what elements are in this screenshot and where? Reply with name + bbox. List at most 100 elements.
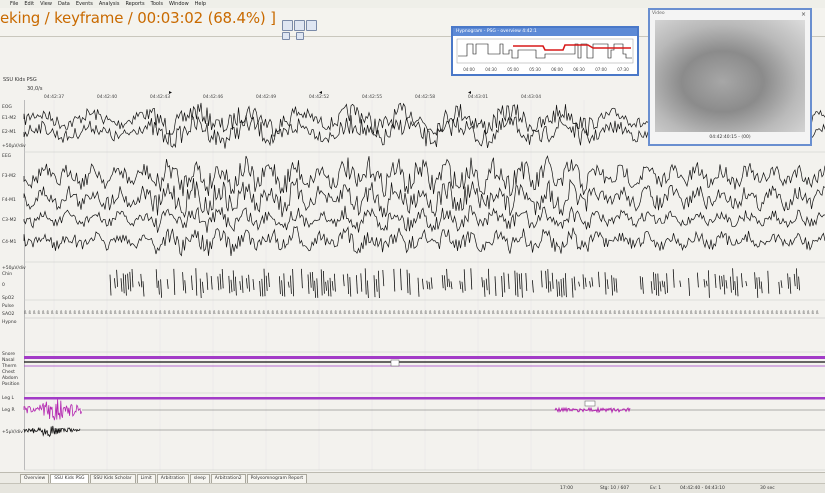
chin-emg-stroke <box>584 277 587 287</box>
chin-emg-stroke <box>793 273 796 287</box>
chin-emg-stroke <box>287 281 290 288</box>
chin-emg-stroke <box>140 273 143 288</box>
epoch-marker: ß <box>780 310 783 315</box>
chin-emg-stroke <box>182 272 184 291</box>
chin-emg-stroke <box>736 276 739 297</box>
chin-emg-stroke <box>406 269 409 294</box>
chin-emg-stroke <box>241 275 244 293</box>
chin-emg-stroke <box>307 274 310 294</box>
epoch-marker: ß <box>249 310 252 315</box>
view-tabs: Overview SSU Kids PSG SSU Kids Scholar Limi… <box>0 472 825 484</box>
epoch-marker: ß <box>762 310 765 315</box>
chin-emg-stroke <box>356 275 358 294</box>
epoch-marker: ß <box>321 310 324 315</box>
chin-emg-stroke <box>441 275 444 289</box>
audio-burst <box>23 425 81 438</box>
epoch-marker: ß <box>375 310 378 315</box>
epoch-marker: ß <box>722 310 725 315</box>
close-icon[interactable]: × <box>801 11 806 18</box>
epoch-marker: ß <box>812 310 815 315</box>
epoch-marker: ß <box>807 310 810 315</box>
epoch-marker: ß <box>123 310 126 315</box>
epoch-marker: ß <box>150 310 153 315</box>
chin-emg-stroke <box>483 280 486 297</box>
epoch-marker: ß <box>83 310 86 315</box>
epoch-marker: ß <box>785 310 788 315</box>
epoch-marker: ß <box>555 310 558 315</box>
epoch-marker: ß <box>735 310 738 315</box>
chin-emg-stroke <box>122 273 125 294</box>
chin-emg-stroke <box>725 280 728 289</box>
chin-emg-stroke <box>611 275 613 296</box>
hypnogram-tick: 07:30 <box>617 67 629 72</box>
epoch-marker: ß <box>510 310 513 315</box>
chin-emg-stroke <box>283 273 286 297</box>
epoch-marker: ß <box>524 310 527 315</box>
epoch-marker: ß <box>596 310 599 315</box>
epoch-marker: ß <box>627 310 630 315</box>
epoch-marker: ß <box>479 310 482 315</box>
epoch-marker: ß <box>668 310 671 315</box>
epoch-marker: ß <box>492 310 495 315</box>
chin-emg-stroke <box>125 274 127 296</box>
epoch-marker: ß <box>299 310 302 315</box>
epoch-marker: ß <box>686 310 689 315</box>
hypnogram-tick: 06:00 <box>551 67 563 72</box>
video-frame[interactable] <box>655 20 805 132</box>
hypnogram-window[interactable]: Hypnogram - PSG - overview 4:42:1 04:00 0… <box>451 26 639 76</box>
chin-emg-stroke <box>514 270 517 296</box>
epoch-marker: ß <box>623 310 626 315</box>
epoch-marker: ß <box>618 310 621 315</box>
epoch-marker: ß <box>78 310 81 315</box>
chin-emg-stroke <box>195 268 198 296</box>
chin-emg-stroke <box>428 281 431 290</box>
epoch-marker: ß <box>204 310 207 315</box>
chin-emg-stroke <box>604 272 607 295</box>
epoch-marker: ß <box>704 310 707 315</box>
epoch-marker: ß <box>87 310 90 315</box>
epoch-marker: ß <box>29 310 32 315</box>
epoch-marker: ß <box>335 310 338 315</box>
epoch-marker: ß <box>600 310 603 315</box>
epoch-marker: ß <box>744 310 747 315</box>
chin-emg-stroke <box>400 268 402 291</box>
chin-emg-stroke <box>798 276 800 291</box>
epoch-marker: ß <box>141 310 144 315</box>
chin-emg-stroke <box>501 276 503 298</box>
epoch-marker: ß <box>438 310 441 315</box>
chin-emg-stroke <box>292 268 294 297</box>
epoch-marker: ß <box>798 310 801 315</box>
epoch-marker: ß <box>74 310 77 315</box>
epoch-marker: ß <box>213 310 216 315</box>
epoch-marker: ß <box>501 310 504 315</box>
chin-emg-stroke <box>114 278 116 289</box>
chin-emg-stroke <box>155 269 158 288</box>
chin-emg-stroke <box>591 277 594 287</box>
hypnogram-tick: 05:30 <box>529 67 541 72</box>
chin-emg-stroke <box>549 281 552 292</box>
chin-emg-stroke <box>199 278 202 299</box>
epoch-marker: ß <box>218 310 221 315</box>
hypnogram-tick: 05:00 <box>507 67 519 72</box>
epoch-marker: ß <box>465 310 468 315</box>
hypnogram-plot[interactable]: 04:00 04:30 05:00 05:30 06:00 06:30 07:00 07:30 <box>453 36 637 74</box>
chin-emg-stroke <box>279 276 281 295</box>
chin-emg-stroke <box>312 271 314 291</box>
chin-emg-stroke <box>228 275 231 294</box>
chin-emg-stroke <box>450 281 453 290</box>
epoch-marker: ß <box>488 310 491 315</box>
hypnogram-tick: 07:00 <box>595 67 607 72</box>
chin-emg-stroke <box>565 273 567 298</box>
epoch-marker: ß <box>200 310 203 315</box>
chin-emg-stroke <box>525 273 528 291</box>
chin-emg-stroke <box>217 276 220 291</box>
chin-emg-stroke <box>323 271 325 294</box>
chin-emg-stroke <box>767 270 770 294</box>
epoch-marker: ß <box>708 310 711 315</box>
video-window[interactable]: Video × 04:42:40:15 - (00) <box>648 8 812 146</box>
epoch-marker: ß <box>366 310 369 315</box>
epoch-marker: ß <box>816 310 819 315</box>
eeg-trace <box>23 155 825 198</box>
chin-emg-stroke <box>503 272 506 293</box>
chin-emg-stroke <box>485 278 488 291</box>
